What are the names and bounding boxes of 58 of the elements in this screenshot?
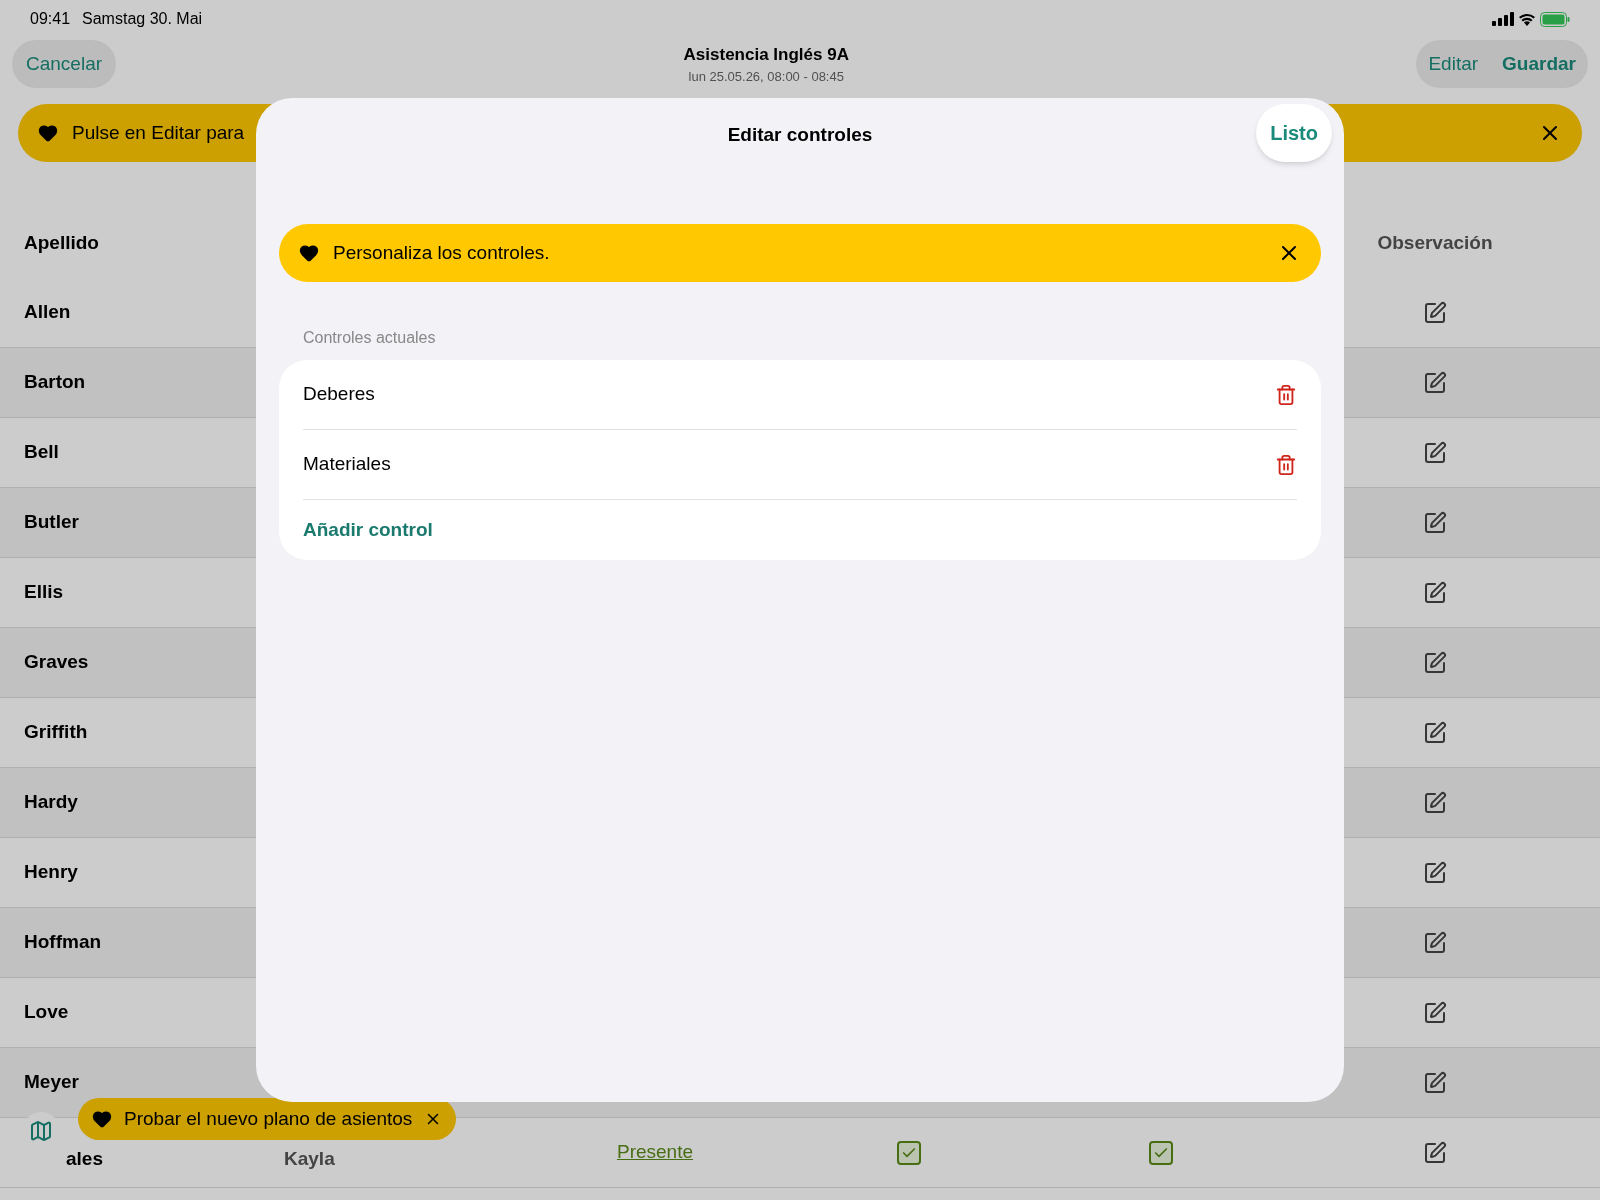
edit-button[interactable]: Editar: [1428, 49, 1479, 79]
last-name-cell: Bell: [24, 441, 59, 463]
heart-icon: [299, 243, 319, 263]
last-name-cell: Love: [24, 1001, 69, 1023]
edit-note-icon[interactable]: [1423, 300, 1447, 325]
edit-note-icon[interactable]: [1423, 650, 1447, 675]
checkbox[interactable]: [897, 1140, 921, 1165]
heart-icon: [38, 123, 58, 143]
delete-icon[interactable]: [1275, 453, 1297, 476]
column-header: Apellido: [24, 231, 99, 253]
last-name-cell: Hardy: [24, 791, 78, 813]
status-date: Samstag 30. Mai: [82, 9, 203, 29]
last-name-cell: Barton: [24, 371, 86, 393]
signal-icon: [1492, 12, 1514, 26]
last-name-cell: Hoffman: [24, 931, 102, 953]
edit-note-icon[interactable]: [1423, 930, 1447, 955]
edit-note-icon[interactable]: [1423, 580, 1447, 605]
last-name-cell: Butler: [24, 511, 79, 533]
status-link[interactable]: Presente: [616, 1138, 693, 1167]
battery-icon: [1540, 11, 1570, 27]
checkbox[interactable]: [1149, 1140, 1173, 1165]
edit-note-icon[interactable]: [1423, 1000, 1447, 1025]
edit-note-icon[interactable]: [1423, 1140, 1447, 1165]
last-name-cell: Allen: [24, 301, 71, 323]
hint-text: Pulse en Editar para: [72, 120, 245, 145]
section-label: Controles actuales: [303, 329, 436, 346]
last-name-cell: ales: [66, 1148, 103, 1170]
control-name: Deberes: [303, 382, 375, 407]
map-icon: [29, 1119, 53, 1143]
done-button[interactable]: Listo: [1256, 104, 1332, 162]
last-name-cell: Meyer: [24, 1071, 79, 1093]
edit-note-icon[interactable]: [1423, 720, 1447, 745]
last-name-cell: Graves: [24, 651, 89, 673]
status-time: 09:41: [30, 9, 71, 29]
nav-subtitle: lun 25.05.26, 08:00 - 08:45: [688, 68, 844, 86]
first-name-cell: Kayla: [284, 1148, 335, 1170]
column-header: Observación: [1377, 230, 1493, 255]
edit-note-icon[interactable]: [1423, 860, 1447, 885]
add-control-button[interactable]: Añadir control: [303, 515, 433, 545]
control-name: Materiales: [303, 452, 391, 477]
delete-icon[interactable]: [1275, 383, 1297, 406]
last-name-cell: Griffith: [24, 721, 88, 743]
wifi-icon: [1518, 12, 1536, 26]
last-name-cell: Ellis: [24, 581, 64, 603]
cancel-button[interactable]: Cancelar: [12, 40, 117, 88]
edit-note-icon[interactable]: [1423, 370, 1447, 395]
nav-title: Asistencia Inglés 9A: [683, 43, 849, 66]
edit-note-icon[interactable]: [1423, 440, 1447, 465]
edit-note-icon[interactable]: [1423, 1070, 1447, 1095]
tip-text: Personaliza los controles.: [333, 240, 551, 265]
edit-note-icon[interactable]: [1423, 790, 1447, 815]
save-button[interactable]: Guardar: [1502, 49, 1576, 79]
heart-icon: [92, 1109, 112, 1129]
last-name-cell: Henry: [24, 861, 78, 883]
edit-note-icon[interactable]: [1423, 510, 1447, 535]
modal-title: Editar controles: [727, 122, 873, 147]
seating-toast[interactable]: Probar el nuevo plano de asientos: [78, 1098, 457, 1140]
toast-text: Probar el nuevo plano de asientos: [124, 1106, 413, 1131]
